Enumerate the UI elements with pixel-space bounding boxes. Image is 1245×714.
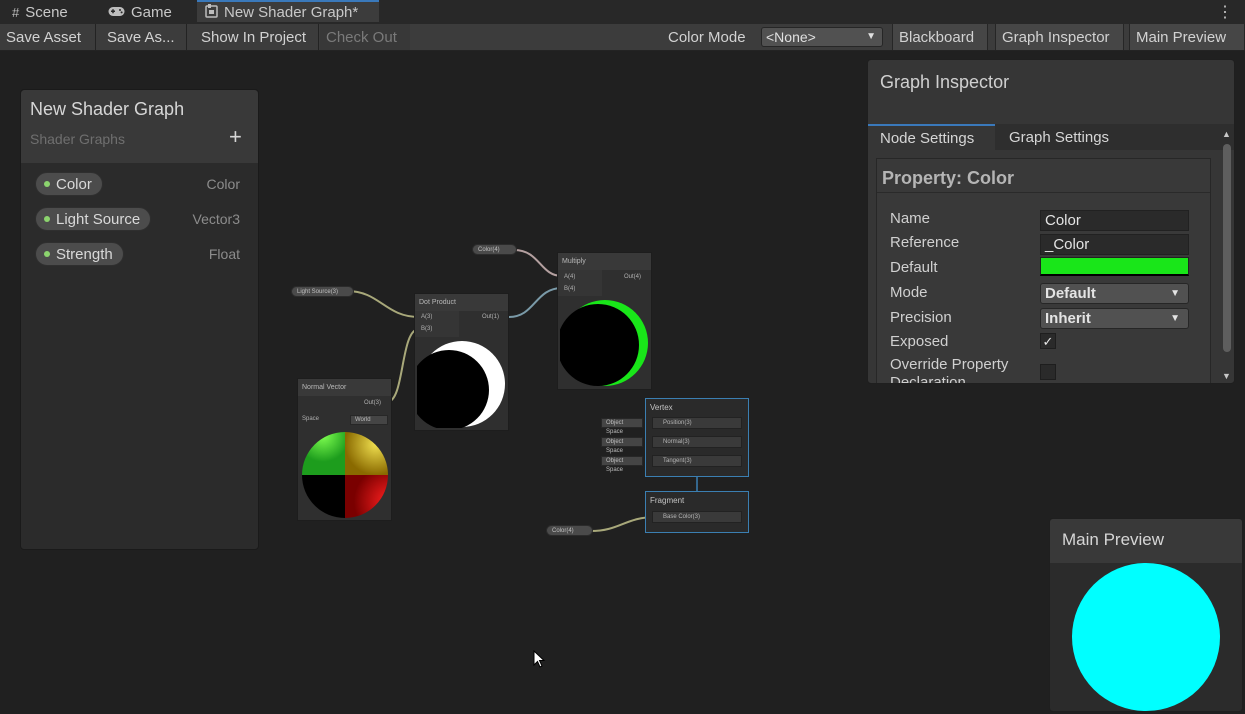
color-node-label: Color(4) xyxy=(552,528,574,534)
default-label: Default xyxy=(890,259,938,276)
vertex-slot-normal[interactable]: Normal(3) xyxy=(652,436,742,448)
space-dropdown[interactable]: World xyxy=(350,415,388,425)
vertex-master-stack[interactable]: Vertex Position(3) Normal(3) Tangent(3) xyxy=(645,398,749,477)
normal-vector-title: Normal Vector xyxy=(298,379,391,396)
tab-node-settings[interactable]: Node Settings xyxy=(868,124,995,150)
reference-field[interactable]: _Color xyxy=(1040,234,1189,255)
fragment-title: Fragment xyxy=(650,496,685,505)
property-title: Property: Color xyxy=(882,168,1015,188)
reference-label: Reference xyxy=(890,234,960,251)
inspector-scrollbar[interactable]: ▲ ▼ xyxy=(1220,128,1234,383)
dot-product-preview xyxy=(417,341,505,428)
inspector-tabs: Node Settings Graph Settings xyxy=(868,124,1234,150)
main-preview-header: Main Preview xyxy=(1050,519,1242,563)
graph-inspector-title: Graph Inspector xyxy=(880,72,1010,92)
scroll-up-icon[interactable]: ▲ xyxy=(1222,129,1231,139)
name-field[interactable]: Color xyxy=(1040,210,1189,231)
output-port[interactable]: Out(1) xyxy=(482,314,499,320)
chevron-down-icon: ▼ xyxy=(1170,288,1180,299)
main-preview-sphere[interactable] xyxy=(1072,563,1222,711)
color-property-node[interactable]: Color(4) xyxy=(472,244,517,255)
input-port-b[interactable]: B(3) xyxy=(421,326,432,332)
graph-inspector-panel: Graph Inspector Node Settings Graph Sett… xyxy=(867,59,1235,384)
precision-label: Precision xyxy=(890,309,952,326)
output-port[interactable]: Out(3) xyxy=(364,400,381,406)
output-port[interactable]: Out(4) xyxy=(624,274,641,280)
input-port-a[interactable]: A(3) xyxy=(421,314,432,320)
default-color-swatch[interactable] xyxy=(1040,257,1189,276)
input-port-b[interactable]: B(4) xyxy=(564,286,575,292)
vertex-slot-position[interactable]: Position(3) xyxy=(652,417,742,429)
multiply-title: Multiply xyxy=(558,253,651,270)
color-node-label: Color(4) xyxy=(478,247,500,253)
exposed-label: Exposed xyxy=(890,333,949,350)
main-preview-panel: Main Preview xyxy=(1049,518,1243,712)
normal-vector-preview xyxy=(302,432,388,518)
chevron-down-icon: ▼ xyxy=(1170,313,1180,324)
multiply-preview xyxy=(560,300,648,386)
scroll-thumb[interactable] xyxy=(1223,144,1231,352)
vertex-title: Vertex xyxy=(650,403,673,412)
space-label: Space xyxy=(302,416,320,422)
multiply-node[interactable]: Multiply A(4) B(4) Out(4) xyxy=(557,252,652,390)
fragment-master-stack[interactable]: Fragment Base Color(3) xyxy=(645,491,749,533)
override-label: Override Property Declaration xyxy=(890,356,1009,384)
precision-dropdown[interactable]: Inherit ▼ xyxy=(1040,308,1189,329)
vertex-space-pill[interactable]: Object Space xyxy=(601,418,643,435)
fragment-slot-base-color[interactable]: Base Color(3) xyxy=(652,511,742,523)
dot-product-node[interactable]: Dot Product A(3) B(3) Out(1) xyxy=(414,293,509,431)
light-source-property-node[interactable]: Light Source(3) xyxy=(291,286,354,297)
vertex-slot-tangent[interactable]: Tangent(3) xyxy=(652,455,742,467)
vertex-space-pill[interactable]: Object Space xyxy=(601,456,643,473)
scroll-down-icon[interactable]: ▼ xyxy=(1222,371,1231,381)
input-port-a[interactable]: A(4) xyxy=(564,274,575,280)
mode-value: Default xyxy=(1045,285,1096,302)
mode-label: Mode xyxy=(890,284,928,301)
name-label: Name xyxy=(890,210,931,227)
precision-value: Inherit xyxy=(1045,310,1091,327)
vertex-space-pill[interactable]: Object Space xyxy=(601,437,643,454)
mouse-cursor-icon xyxy=(533,650,546,668)
normal-vector-node[interactable]: Normal Vector Out(3) Space World xyxy=(297,378,392,521)
exposed-checkbox[interactable]: ✓ xyxy=(1040,333,1056,349)
light-source-node-label: Light Source(3) xyxy=(297,289,339,295)
color-property-node[interactable]: Color(4) xyxy=(546,525,593,536)
tab-graph-settings[interactable]: Graph Settings xyxy=(997,124,1121,150)
property-settings: Property: Color Name Color Reference _Co… xyxy=(876,158,1211,384)
main-preview-title: Main Preview xyxy=(1062,530,1165,549)
dot-product-title: Dot Product xyxy=(415,294,508,311)
override-checkbox[interactable] xyxy=(1040,364,1056,380)
mode-dropdown[interactable]: Default ▼ xyxy=(1040,283,1189,304)
